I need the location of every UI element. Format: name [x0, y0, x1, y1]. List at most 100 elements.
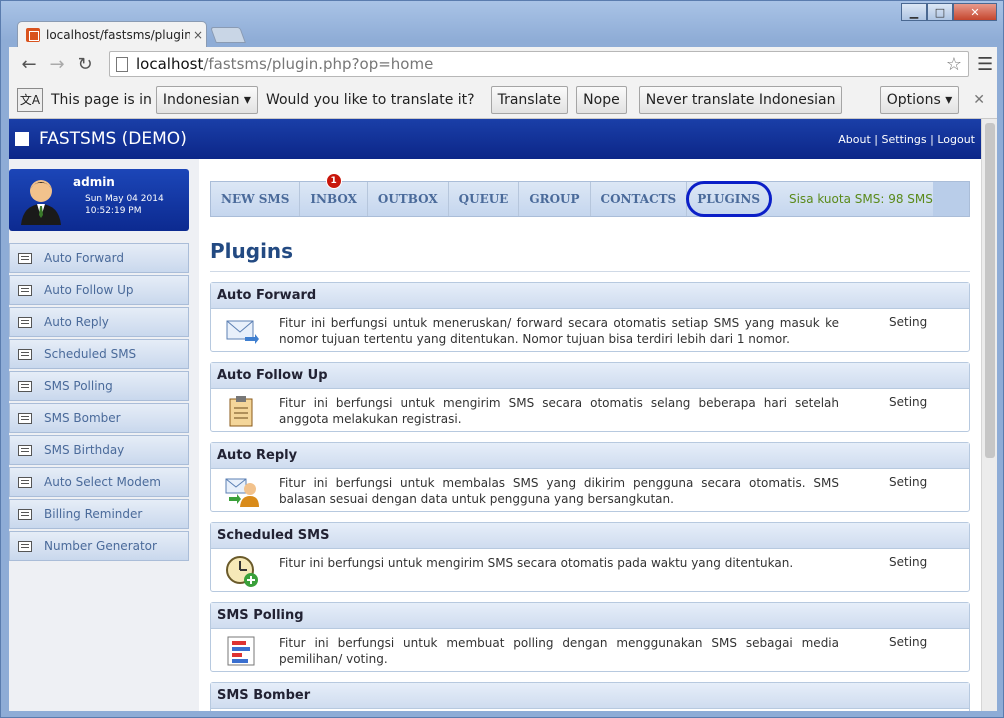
sidebar-item-label: Number Generator [44, 539, 157, 553]
new-tab-button[interactable] [210, 27, 246, 43]
url-host: localhost [136, 55, 204, 73]
tab-label: PLUGINS [697, 192, 760, 206]
tab-label: CONTACTS [600, 192, 677, 206]
sidebar-item-sms-bomber[interactable]: SMS Bomber [9, 403, 189, 433]
tab-new-sms[interactable]: NEW SMS [211, 182, 301, 216]
favicon-icon [26, 27, 40, 42]
sidebar-item-auto-select-modem[interactable]: Auto Select Modem [9, 467, 189, 497]
sidebar-item-scheduled-sms[interactable]: Scheduled SMS [9, 339, 189, 369]
maximize-button[interactable]: □ [927, 3, 953, 21]
close-translate-icon[interactable]: ✕ [973, 92, 985, 108]
plugin-title: Scheduled SMS [211, 523, 969, 549]
plugin-title: SMS Bomber [211, 683, 969, 709]
sms-icon [18, 412, 32, 424]
sidebar-menu: Auto Forward Auto Follow Up Auto Reply Sche… [9, 243, 199, 561]
tab-close-icon[interactable]: × [190, 28, 206, 42]
logout-link[interactable]: Logout [937, 133, 975, 146]
tab-group[interactable]: GROUP [519, 182, 591, 216]
sms-icon [18, 284, 32, 296]
options-button[interactable]: Options ▾ [879, 85, 960, 114]
sidebar-item-label: Auto Select Modem [44, 475, 161, 489]
seting-link[interactable]: Seting [889, 315, 927, 329]
user-box: admin Sun May 04 2014 10:52:19 PM [9, 169, 189, 231]
mail-forward-icon [225, 315, 259, 347]
sidebar-item-auto-follow-up[interactable]: Auto Follow Up [9, 275, 189, 305]
language-select-value: Indonesian [162, 91, 240, 108]
address-bar[interactable]: localhost/fastsms/plugin.php?op=home ☆ [109, 51, 969, 77]
dropdown-arrow-icon: ▾ [243, 91, 251, 108]
sidebar-item-auto-reply[interactable]: Auto Reply [9, 307, 189, 337]
header-links: About | Settings | Logout [838, 133, 975, 146]
sms-icon [18, 316, 32, 328]
plugin-title: Auto Reply [211, 443, 969, 469]
plugin-list: Auto Forward Fitur ini berfungsi untuk me… [210, 282, 970, 711]
plugin-scheduled-sms: Scheduled SMS Fitur ini berfungsi untuk m… [210, 522, 970, 592]
never-translate-button[interactable]: Never translate Indonesian [638, 85, 843, 114]
sidebar-item-label: Auto Follow Up [44, 283, 134, 297]
sidebar-item-sms-polling[interactable]: SMS Polling [9, 371, 189, 401]
app-brand: FASTSMS (DEMO) [39, 129, 187, 149]
translate-button[interactable]: Translate [490, 85, 569, 114]
scrollbar-thumb[interactable] [985, 123, 995, 458]
scrollbar[interactable] [981, 119, 997, 711]
reload-icon[interactable]: ↻ [71, 50, 99, 78]
link-separator: | [926, 132, 938, 146]
plugin-body: Fitur ini berfungsi untuk mengirim SMS s… [211, 389, 969, 431]
sms-icon [18, 444, 32, 456]
tab-inbox[interactable]: INBOX 1 [300, 173, 368, 216]
sidebar-item-label: SMS Birthday [44, 443, 125, 457]
plugin-title: Auto Follow Up [211, 363, 969, 389]
sidebar: admin Sun May 04 2014 10:52:19 PM Auto F… [9, 159, 199, 711]
nav-tabs: NEW SMS INBOX 1 OUTBOX QUEUE GROUP CONTACTS PLU… [210, 173, 970, 217]
page-viewport: FASTSMS (DEMO) About | Settings | Logout… [9, 119, 981, 711]
sms-icon [18, 252, 32, 264]
sms-icon [18, 476, 32, 488]
clipboard-icon [225, 395, 259, 427]
plugin-sms-polling: SMS Polling Fitur ini berfungsi untuk mem… [210, 602, 970, 672]
user-datetime: Sun May 04 2014 10:52:19 PM [85, 193, 164, 217]
sidebar-item-label: Auto Forward [44, 251, 124, 265]
settings-link[interactable]: Settings [882, 133, 927, 146]
menu-icon[interactable]: ☰ [977, 54, 993, 75]
avatar [21, 180, 61, 225]
browser-tab[interactable]: localhost/fastsms/plugin. × [17, 21, 207, 47]
plugin-description: Fitur ini berfungsi untuk mengirim SMS s… [279, 396, 839, 426]
plugin-description: Fitur ini berfungsi untuk meneruskan/ fo… [279, 316, 839, 346]
dropdown-arrow-icon: ▾ [945, 91, 953, 108]
app-header: FASTSMS (DEMO) About | Settings | Logout [9, 119, 981, 159]
poll-chart-icon [225, 635, 259, 667]
seting-link[interactable]: Seting [889, 475, 927, 489]
sidebar-item-sms-birthday[interactable]: SMS Birthday [9, 435, 189, 465]
tab-plugins[interactable]: PLUGINS [686, 181, 772, 217]
plugin-body: Fitur ini berfungsi untuk membuat pollin… [211, 629, 969, 671]
page-icon [116, 56, 128, 72]
main-content: NEW SMS INBOX 1 OUTBOX QUEUE GROUP CONTACTS PLU… [210, 159, 981, 711]
tab-contacts[interactable]: CONTACTS [591, 182, 688, 216]
sidebar-item-number-generator[interactable]: Number Generator [9, 531, 189, 561]
sidebar-item-billing-reminder[interactable]: Billing Reminder [9, 499, 189, 529]
back-icon[interactable]: ← [15, 50, 43, 78]
seting-link[interactable]: Seting [889, 635, 927, 649]
minimize-button[interactable]: ▁ [901, 3, 927, 21]
plugin-body [211, 709, 969, 711]
sidebar-item-auto-forward[interactable]: Auto Forward [9, 243, 189, 273]
inbox-count-badge: 1 [325, 173, 342, 189]
plugin-body: Fitur ini berfungsi untuk membalas SMS y… [211, 469, 969, 511]
user-date: Sun May 04 2014 [85, 194, 164, 204]
url-path: /fastsms/plugin.php?op=home [203, 55, 434, 73]
plugin-body: Fitur ini berfungsi untuk mengirim SMS s… [211, 549, 969, 591]
nope-button[interactable]: Nope [576, 85, 627, 114]
seting-link[interactable]: Seting [889, 555, 927, 569]
page-title: Plugins [210, 239, 970, 272]
close-window-button[interactable]: ✕ [953, 3, 997, 21]
language-select[interactable]: Indonesian ▾ [155, 85, 258, 114]
seting-link[interactable]: Seting [889, 395, 927, 409]
forward-icon[interactable]: → [43, 50, 71, 78]
sidebar-item-label: SMS Polling [44, 379, 113, 393]
sidebar-item-label: Scheduled SMS [44, 347, 137, 361]
tab-outbox[interactable]: OUTBOX [368, 182, 449, 216]
about-link[interactable]: About [838, 133, 871, 146]
tab-queue[interactable]: QUEUE [449, 182, 520, 216]
bookmark-star-icon[interactable]: ☆ [946, 54, 962, 75]
tab-title: localhost/fastsms/plugin. [46, 27, 190, 42]
